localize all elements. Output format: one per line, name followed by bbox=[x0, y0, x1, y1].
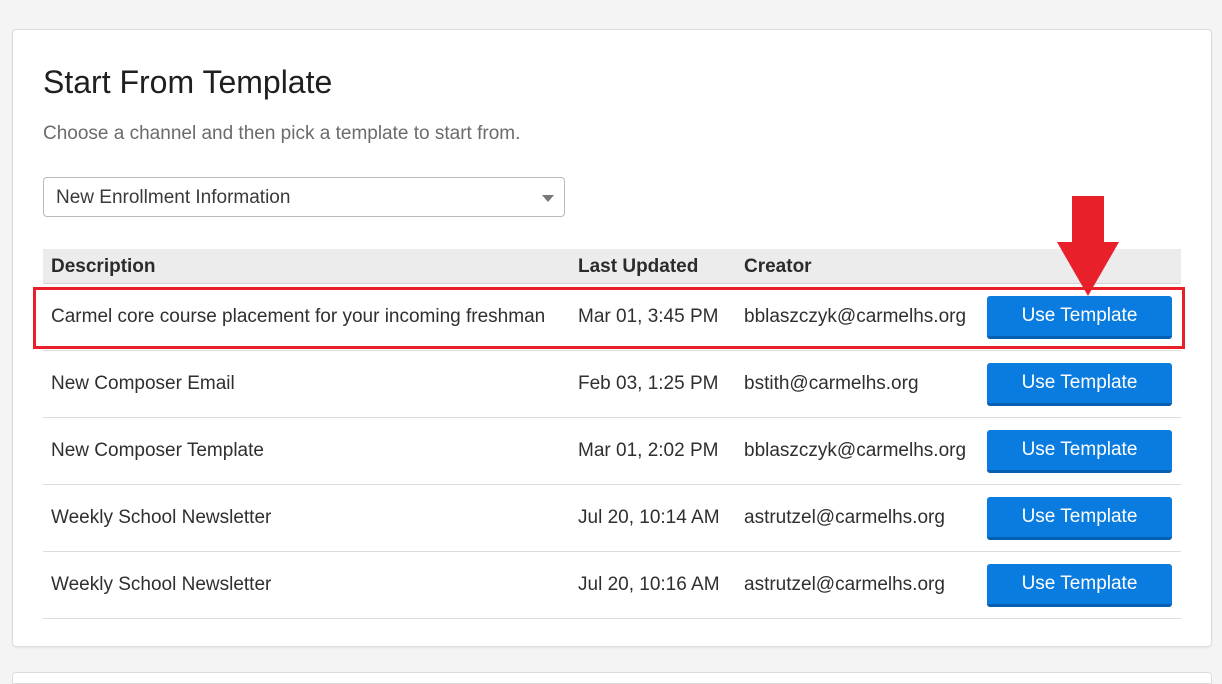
channel-select-value: New Enrollment Information bbox=[56, 187, 291, 208]
use-template-button[interactable]: Use Template bbox=[987, 363, 1172, 406]
row-last-updated: Jul 20, 10:14 AM bbox=[578, 507, 720, 528]
channel-select[interactable]: New Enrollment Information bbox=[43, 177, 565, 217]
table-row: New Composer Template Mar 01, 2:02 PM bb… bbox=[43, 418, 1181, 485]
header-creator: Creator bbox=[744, 256, 812, 277]
table-row: Weekly School Newsletter Jul 20, 10:16 A… bbox=[43, 552, 1181, 619]
row-creator: bblaszczyk@carmelhs.org bbox=[744, 440, 967, 461]
table-row: Carmel core course placement for your in… bbox=[43, 284, 1181, 351]
page-subtitle: Choose a channel and then pick a templat… bbox=[43, 123, 521, 144]
caret-down-icon bbox=[542, 195, 554, 202]
use-template-button[interactable]: Use Template bbox=[987, 497, 1172, 540]
use-template-button[interactable]: Use Template bbox=[987, 296, 1172, 339]
table-header: Description Last Updated Creator bbox=[43, 249, 1181, 284]
row-creator: astrutzel@carmelhs.org bbox=[744, 574, 945, 595]
row-creator: bblaszczyk@carmelhs.org bbox=[744, 306, 967, 327]
row-description: New Composer Template bbox=[51, 440, 264, 461]
row-last-updated: Jul 20, 10:16 AM bbox=[578, 574, 720, 595]
row-description: Weekly School Newsletter bbox=[51, 574, 272, 595]
header-last-updated: Last Updated bbox=[578, 256, 699, 277]
row-description: Carmel core course placement for your in… bbox=[51, 306, 546, 327]
row-last-updated: Feb 03, 1:25 PM bbox=[578, 373, 719, 394]
use-template-button[interactable]: Use Template bbox=[987, 564, 1172, 607]
page-title: Start From Template bbox=[43, 64, 333, 100]
row-description: Weekly School Newsletter bbox=[51, 507, 272, 528]
row-creator: astrutzel@carmelhs.org bbox=[744, 507, 945, 528]
row-description: New Composer Email bbox=[51, 373, 235, 394]
row-last-updated: Mar 01, 2:02 PM bbox=[578, 440, 719, 461]
table-row: New Composer Email Feb 03, 1:25 PM bstit… bbox=[43, 351, 1181, 418]
row-creator: bstith@carmelhs.org bbox=[744, 373, 919, 394]
next-card-edge bbox=[12, 672, 1212, 684]
table-row: Weekly School Newsletter Jul 20, 10:14 A… bbox=[43, 485, 1181, 552]
row-last-updated: Mar 01, 3:45 PM bbox=[578, 306, 719, 327]
template-card: Start From Template Choose a channel and… bbox=[12, 29, 1212, 647]
use-template-button[interactable]: Use Template bbox=[987, 430, 1172, 473]
header-description: Description bbox=[51, 256, 156, 277]
templates-table: Description Last Updated Creator Carmel … bbox=[43, 249, 1181, 619]
